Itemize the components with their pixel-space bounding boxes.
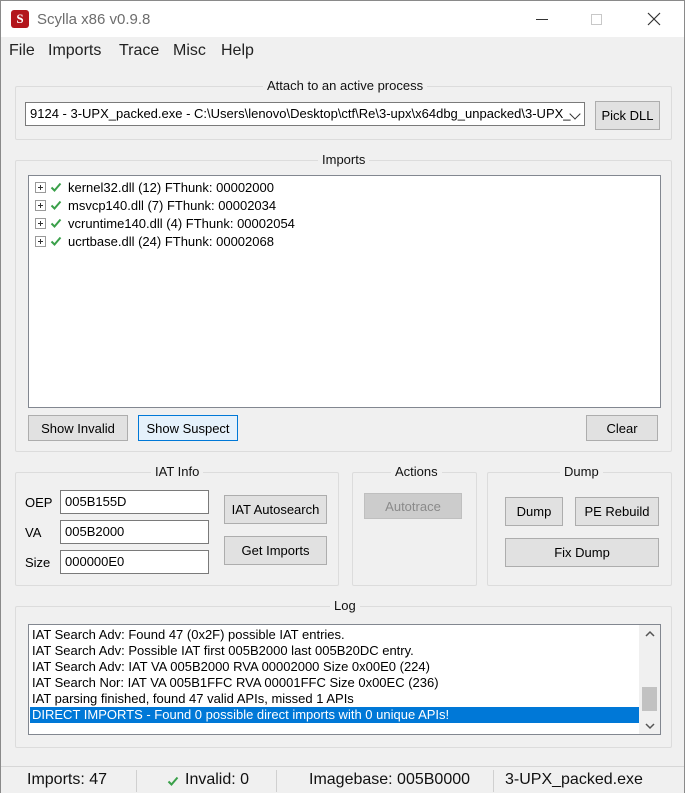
imports-group-label: Imports: [318, 152, 370, 167]
attach-group-label: Attach to an active process: [263, 78, 428, 93]
log-line[interactable]: IAT parsing finished, found 47 valid API…: [30, 691, 639, 707]
dump-group-label: Dump: [560, 464, 603, 479]
scylla-window: S Scylla x86 v0.9.8 File Imports Trace M…: [0, 0, 685, 793]
show-suspect-button[interactable]: Show Suspect: [138, 415, 238, 441]
checkmark-icon: [50, 182, 62, 192]
dump-group: Dump: [487, 464, 672, 586]
log-line[interactable]: IAT Search Adv: Possible IAT first 005B2…: [30, 643, 639, 659]
chevron-down-icon: [644, 722, 655, 729]
process-select[interactable]: 9124 - 3-UPX_packed.exe - C:\Users\lenov…: [25, 102, 585, 126]
menu-misc[interactable]: Misc: [173, 42, 206, 60]
import-row-label: vcruntime140.dll (4) FThunk: 00002054: [68, 215, 295, 231]
import-row-kernel32[interactable]: kernel32.dll (12) FThunk: 00002000: [35, 178, 274, 196]
import-row-vcruntime140[interactable]: vcruntime140.dll (4) FThunk: 00002054: [35, 214, 295, 232]
import-row-msvcp140[interactable]: msvcp140.dll (7) FThunk: 00002034: [35, 196, 276, 214]
checkmark-icon: [50, 218, 62, 228]
import-row-label: msvcp140.dll (7) FThunk: 00002034: [68, 197, 277, 213]
title-bar[interactable]: S Scylla x86 v0.9.8: [1, 1, 684, 37]
clear-button[interactable]: Clear: [586, 415, 658, 441]
status-divider: [136, 770, 137, 792]
minimize-button[interactable]: [519, 1, 565, 37]
import-row-ucrtbase[interactable]: ucrtbase.dll (24) FThunk: 00002068: [35, 232, 274, 250]
log-line[interactable]: IAT Search Adv: Found 47 (0x2F) possible…: [30, 627, 639, 643]
log-scrollbar[interactable]: [639, 625, 660, 734]
scroll-down-button[interactable]: [639, 717, 660, 734]
iat-autosearch-button[interactable]: IAT Autosearch: [224, 495, 327, 524]
checkmark-icon: [167, 776, 179, 786]
menu-trace[interactable]: Trace: [119, 42, 159, 60]
window-title: Scylla x86 v0.9.8: [37, 11, 151, 28]
minimize-icon: [536, 18, 548, 20]
expand-icon[interactable]: [35, 217, 46, 229]
show-invalid-button[interactable]: Show Invalid: [28, 415, 128, 441]
close-button[interactable]: [631, 1, 677, 37]
chevron-down-icon: [569, 108, 581, 120]
process-select-value: 9124 - 3-UPX_packed.exe - C:\Users\lenov…: [30, 106, 571, 121]
pe-rebuild-button[interactable]: PE Rebuild: [575, 497, 659, 526]
log-line-selected[interactable]: DIRECT IMPORTS - Found 0 possible direct…: [30, 707, 639, 723]
status-bar: Imports: 47 Invalid: 0 Imagebase: 005B00…: [1, 766, 684, 793]
get-imports-button[interactable]: Get Imports: [224, 536, 327, 565]
pick-dll-button[interactable]: Pick DLL: [595, 101, 660, 130]
actions-group: Actions: [352, 464, 477, 586]
oep-field[interactable]: 005B155D: [60, 490, 209, 514]
menu-help[interactable]: Help: [221, 42, 254, 60]
log-list[interactable]: IAT Search Adv: Found 47 (0x2F) possible…: [28, 624, 661, 735]
maximize-button[interactable]: [573, 1, 619, 37]
scroll-up-button[interactable]: [639, 625, 660, 642]
status-invalid: Invalid: 0: [185, 771, 250, 788]
expand-icon[interactable]: [35, 181, 46, 193]
menu-bar: File Imports Trace Misc Help: [1, 39, 684, 65]
import-row-label: ucrtbase.dll (24) FThunk: 00002068: [68, 233, 274, 249]
fix-dump-button[interactable]: Fix Dump: [505, 538, 659, 567]
va-label: VA: [25, 525, 42, 540]
status-divider: [276, 770, 277, 792]
checkmark-icon: [50, 200, 62, 210]
close-icon: [647, 12, 661, 26]
import-row-label: kernel32.dll (12) FThunk: 00002000: [68, 179, 274, 195]
maximize-icon: [590, 13, 602, 25]
chevron-up-icon: [644, 630, 655, 637]
checkmark-icon: [50, 236, 62, 246]
status-divider: [493, 770, 494, 792]
status-imports: Imports: 47: [27, 771, 108, 788]
menu-imports[interactable]: Imports: [48, 42, 101, 60]
size-field[interactable]: 000000E0: [60, 550, 209, 574]
log-line[interactable]: IAT Search Adv: IAT VA 005B2000 RVA 0000…: [30, 659, 639, 675]
status-imagebase: Imagebase: 005B0000: [309, 771, 471, 788]
menu-file[interactable]: File: [9, 42, 35, 60]
status-module: 3-UPX_packed.exe: [505, 771, 643, 788]
oep-label: OEP: [25, 495, 53, 510]
va-field[interactable]: 005B2000: [60, 520, 209, 544]
actions-group-label: Actions: [391, 464, 442, 479]
imports-tree[interactable]: kernel32.dll (12) FThunk: 00002000 msvcp…: [28, 175, 661, 408]
autotrace-button[interactable]: Autotrace: [364, 493, 462, 519]
expand-icon[interactable]: [35, 199, 46, 211]
scroll-thumb[interactable]: [642, 687, 657, 711]
size-label: Size: [25, 555, 51, 570]
app-logo-icon: S: [11, 10, 29, 28]
expand-icon[interactable]: [35, 235, 46, 247]
dump-button[interactable]: Dump: [505, 497, 563, 526]
log-group-label: Log: [330, 598, 360, 613]
log-line[interactable]: IAT Search Nor: IAT VA 005B1FFC RVA 0000…: [30, 675, 639, 691]
iat-info-group-label: IAT Info: [151, 464, 204, 479]
